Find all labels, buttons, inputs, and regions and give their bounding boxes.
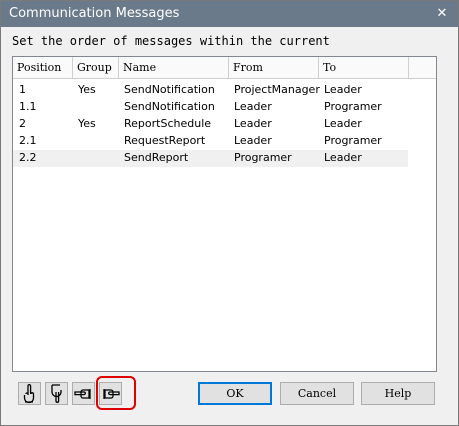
cell-name: ReportSchedule [124, 117, 212, 130]
cell-from: Leader [234, 117, 272, 130]
cell-to: Leader [324, 117, 362, 130]
table-row[interactable]: 1.1 SendNotification Leader Programer [13, 99, 408, 116]
cell-name: RequestReport [124, 134, 206, 147]
hand-point-down-icon [51, 384, 62, 403]
ok-button[interactable]: OK [198, 382, 272, 405]
cell-name: SendNotification [124, 83, 215, 96]
table-row[interactable]: 2.1 RequestReport Leader Programer [13, 133, 408, 150]
cell-to: Leader [324, 151, 362, 164]
help-button[interactable]: Help [361, 382, 435, 405]
cell-position: 2 [19, 117, 26, 130]
instruction-text: Set the order of messages within the cur… [12, 34, 330, 48]
column-header-name[interactable]: Name [119, 57, 229, 79]
cell-position: 2.1 [19, 134, 37, 147]
cell-from: Programer [234, 151, 292, 164]
dialog-window: Communication Messages ✕ Set the order o… [0, 0, 459, 426]
hand-point-up-icon [23, 384, 35, 404]
cell-to: Programer [324, 100, 382, 113]
cancel-button[interactable]: Cancel [280, 382, 354, 405]
cell-position: 1 [19, 83, 26, 96]
table-row-selected[interactable]: 2.2 SendReport Programer Leader [13, 150, 408, 167]
cell-from: ProjectManager [234, 83, 320, 96]
column-header-position[interactable]: Position [13, 57, 73, 79]
cell-name: SendReport [124, 151, 189, 164]
move-left-button[interactable] [72, 382, 95, 405]
highlight-annotation [96, 376, 136, 410]
cell-to: Programer [324, 134, 382, 147]
table-row[interactable]: 1 Yes SendNotification ProjectManager Le… [13, 82, 408, 99]
messages-list[interactable]: Position Group Name From To 1 Yes SendNo… [12, 56, 437, 372]
close-icon[interactable]: ✕ [426, 1, 458, 27]
cell-group: Yes [78, 83, 96, 96]
dialog-title: Communication Messages [9, 6, 180, 21]
cell-from: Leader [234, 100, 272, 113]
cell-to: Leader [324, 83, 362, 96]
hand-point-left-icon [74, 389, 91, 399]
cell-from: Leader [234, 134, 272, 147]
move-up-button[interactable] [18, 382, 41, 405]
table-row[interactable]: 2 Yes ReportSchedule Leader Leader [13, 116, 408, 133]
cell-position: 1.1 [19, 100, 37, 113]
move-down-button[interactable] [45, 382, 68, 405]
cell-position: 2.2 [19, 151, 37, 164]
column-header-filler [409, 57, 436, 79]
cell-group: Yes [78, 117, 96, 130]
column-header-from[interactable]: From [229, 57, 319, 79]
column-header-group[interactable]: Group [73, 57, 119, 79]
column-header-to[interactable]: To [319, 57, 409, 79]
title-bar: Communication Messages ✕ [1, 1, 458, 27]
cell-name: SendNotification [124, 100, 215, 113]
